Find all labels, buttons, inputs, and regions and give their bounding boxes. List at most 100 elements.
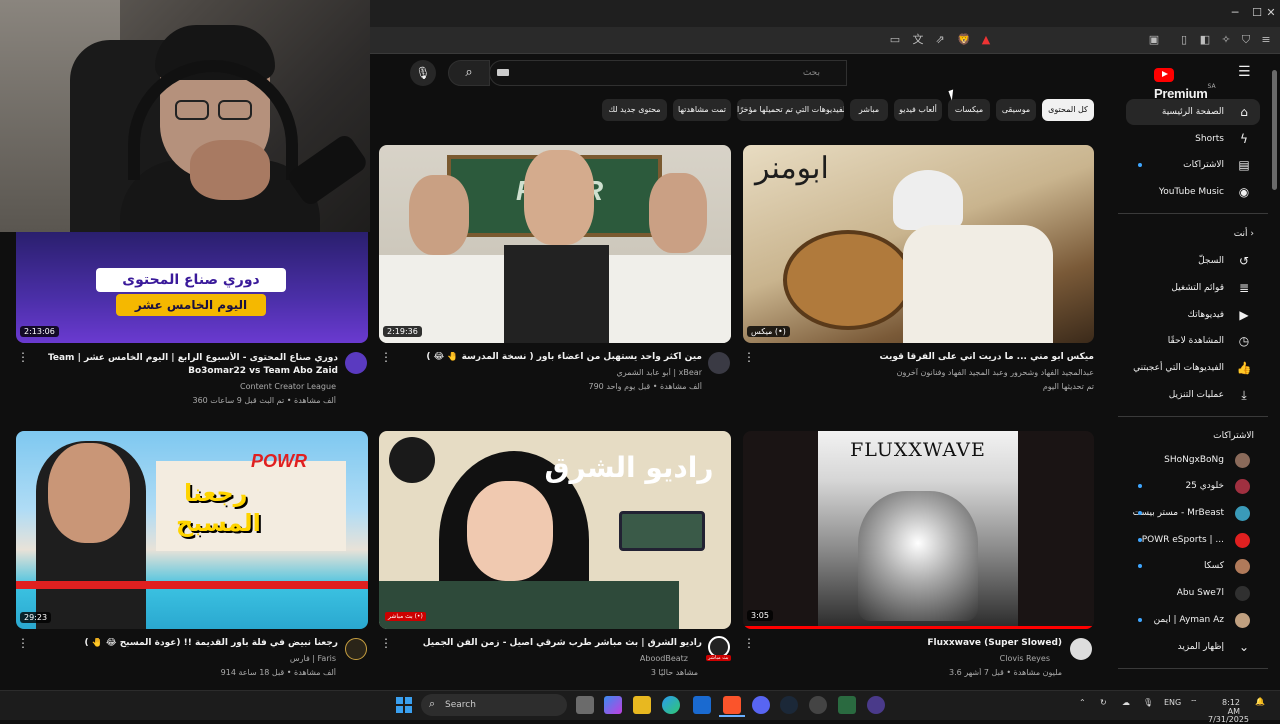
sidebar-item-shorts[interactable]: Shorts ϟ: [1126, 126, 1260, 152]
brave-shield-icon[interactable]: 🦁: [956, 32, 972, 48]
app-icon[interactable]: [867, 696, 885, 714]
sidebar-item-watch-later[interactable]: المشاهدة لاحقًا ◷: [1126, 328, 1260, 354]
sidebar-show-more[interactable]: إظهار المزيد ⌄: [1126, 634, 1260, 660]
search-input[interactable]: بحث: [489, 60, 847, 86]
video-channel[interactable]: فارس | Faris: [28, 654, 336, 663]
brave-rewards-icon[interactable]: ▲: [978, 32, 994, 48]
video-thumbnail[interactable]: FLUXXWAVE 3:05: [743, 431, 1094, 629]
taskbar-clock[interactable]: 8:12 AM 7/31/2025: [1208, 698, 1249, 724]
edge-icon[interactable]: [662, 696, 680, 714]
sidebar-item-home[interactable]: الصفحة الرئيسية ⌂: [1126, 99, 1260, 125]
notifications-icon[interactable]: 🔔: [1255, 697, 1265, 706]
video-title[interactable]: رجعنا نبيض في فلة باور القديمة !! (عودة …: [28, 638, 338, 648]
chip-gaming[interactable]: ألعاب فيديو: [894, 99, 942, 121]
sidebar-item-playlists[interactable]: قوائم التشغيل ≣: [1126, 275, 1260, 301]
more-options-icon[interactable]: ⋮: [743, 350, 755, 364]
chip-watched[interactable]: تمت مشاهدتها: [673, 99, 731, 121]
more-options-icon[interactable]: ⋮: [17, 350, 29, 364]
scrollbar-thumb[interactable]: [1272, 70, 1277, 190]
chip-all[interactable]: كل المحتوى: [1042, 99, 1094, 121]
windows-start-icon[interactable]: [396, 697, 412, 713]
video-thumbnail[interactable]: دوري صناع المحتوى اليوم الخامس عشر 2:13:…: [16, 232, 368, 343]
language-indicator[interactable]: ENG: [1164, 698, 1181, 707]
chip-music[interactable]: موسيقى: [996, 99, 1036, 121]
translate-icon[interactable]: 文: [910, 32, 926, 48]
video-channel[interactable]: Clovis Reyes: [760, 654, 1050, 663]
microphone-icon[interactable]: 🎙: [1143, 698, 1153, 707]
sidebar-item-liked-videos[interactable]: الفيديوهات التي أعجبتني 👍: [1126, 355, 1260, 381]
brave-icon[interactable]: [723, 696, 741, 714]
sidebar-item-history[interactable]: السجلّ ↺: [1126, 248, 1260, 274]
tray-app-icon[interactable]: ☁: [1122, 698, 1130, 707]
video-title[interactable]: مين اكثر واحد يستهبل من اعضاء باور ( نسخ…: [396, 352, 702, 362]
minimize-icon[interactable]: ─: [1224, 4, 1246, 22]
search-button[interactable]: ⌕: [448, 60, 490, 86]
sidebar-toggle-icon[interactable]: ▯: [1176, 32, 1192, 48]
chip-live[interactable]: مباشر: [850, 99, 888, 121]
chip-mixes[interactable]: ميكسات: [948, 99, 990, 121]
chip-new-to-you[interactable]: محتوى جديد لك: [602, 99, 667, 121]
sidebar-sub-channel[interactable]: مستر بيست - MrBeast: [1126, 500, 1260, 526]
video-channel[interactable]: Content Creator League: [28, 382, 336, 391]
video-channel[interactable]: عبدالمجيد الفهاد وشحرور وعبد المجيد الفه…: [760, 368, 1094, 377]
browser-menu-icon[interactable]: ≡: [1258, 32, 1274, 48]
voice-search-button[interactable]: 🎙: [410, 60, 436, 86]
youtube-premium-logo[interactable]: PremiumSA: [1154, 64, 1226, 101]
channel-avatar[interactable]: [345, 638, 367, 660]
sidebar-divider: [1118, 668, 1268, 669]
tray-app-icon[interactable]: ↻: [1100, 698, 1107, 707]
video-title[interactable]: ميكس ابو مني ... ما دريت اني على الفرقا …: [760, 352, 1094, 362]
sidebar-item-subscriptions[interactable]: الاشتراكات ▤: [1126, 152, 1260, 178]
sidebar-sub-channel[interactable]: خلودي 25: [1126, 473, 1260, 499]
wallet-icon[interactable]: ◧: [1197, 32, 1213, 48]
video-thumbnail[interactable]: راديو الشرق بث مباشر (•): [379, 431, 731, 629]
steam-icon[interactable]: [780, 696, 798, 714]
copilot-icon[interactable]: [604, 696, 622, 714]
video-thumbnail[interactable]: ابومنر ميكس (•): [743, 145, 1094, 343]
video-thumbnail[interactable]: POWR 2:19:36: [379, 145, 731, 343]
screen-cast-icon[interactable]: ▭: [887, 32, 903, 48]
sidebar-you-header[interactable]: أنت ›: [1120, 229, 1254, 239]
sidebar-item-youtube-music[interactable]: YouTube Music ◉: [1126, 179, 1260, 205]
channel-avatar[interactable]: [345, 352, 367, 374]
discord-icon[interactable]: [752, 696, 770, 714]
file-explorer-icon[interactable]: [633, 696, 651, 714]
more-options-icon[interactable]: ⋮: [743, 636, 755, 650]
tray-overflow-icon[interactable]: ⌃: [1079, 698, 1086, 707]
sidebar-item-label: عمليات التنزيل: [1168, 390, 1224, 400]
task-view-icon[interactable]: [576, 696, 594, 714]
channel-avatar[interactable]: [708, 352, 730, 374]
close-window-icon[interactable]: ✕: [1260, 4, 1280, 22]
more-options-icon[interactable]: ⋮: [380, 350, 392, 364]
sidebar-sub-channel[interactable]: كسكا: [1126, 553, 1260, 579]
more-options-icon[interactable]: ⋮: [17, 636, 29, 650]
thumbnail-text: راديو الشرق: [544, 451, 714, 484]
obs-icon[interactable]: [809, 696, 827, 714]
video-title[interactable]: دوري صناع المحتوى - الأسبوع الرابع | الي…: [28, 352, 338, 378]
xbox-icon[interactable]: [838, 696, 856, 714]
taskbar-search[interactable]: Search: [421, 694, 567, 716]
guide-menu-icon[interactable]: ☰: [1238, 64, 1251, 80]
video-channel[interactable]: أبو عابد الشمري | xBear: [396, 368, 702, 377]
sidebar-item-your-videos[interactable]: فيديوهاتك ▶: [1126, 302, 1260, 328]
sidebar-sub-channel[interactable]: Abu Swe7l: [1126, 580, 1260, 606]
video-thumbnail[interactable]: POWR رجعنا المسبح 29:23: [16, 431, 368, 629]
video-title[interactable]: Fluxxwave (Super Slowed): [760, 638, 1062, 648]
tabs-icon[interactable]: ▣: [1146, 32, 1162, 48]
vpn-icon[interactable]: ⛉: [1238, 32, 1254, 48]
video-channel[interactable]: AboodBeatz: [396, 654, 688, 663]
more-options-icon[interactable]: ⋮: [380, 636, 392, 650]
share-icon[interactable]: ⇗: [932, 32, 948, 48]
chip-recently-uploaded[interactable]: الفيديوهات التي تم تحميلها مؤخرًا: [737, 99, 844, 121]
sidebar-sub-channel[interactable]: POWR eSports | ...: [1126, 527, 1260, 553]
sidebar-item-downloads[interactable]: عمليات التنزيل ⤓: [1126, 382, 1260, 408]
sidebar-sub-channel[interactable]: SHoNgxBoNg: [1126, 447, 1260, 473]
address-bar[interactable]: [370, 27, 1280, 54]
outlook-icon[interactable]: [693, 696, 711, 714]
network-icon[interactable]: ⌔: [1190, 698, 1198, 708]
leo-ai-icon[interactable]: ✧: [1218, 32, 1234, 48]
sidebar-sub-channel[interactable]: ايمن | Ayman Az: [1126, 607, 1260, 633]
channel-avatar[interactable]: [1070, 638, 1092, 660]
keyboard-icon[interactable]: [497, 69, 509, 76]
video-title[interactable]: راديو الشرق | بث مباشر طرب شرقي أصيل - ز…: [396, 638, 702, 648]
